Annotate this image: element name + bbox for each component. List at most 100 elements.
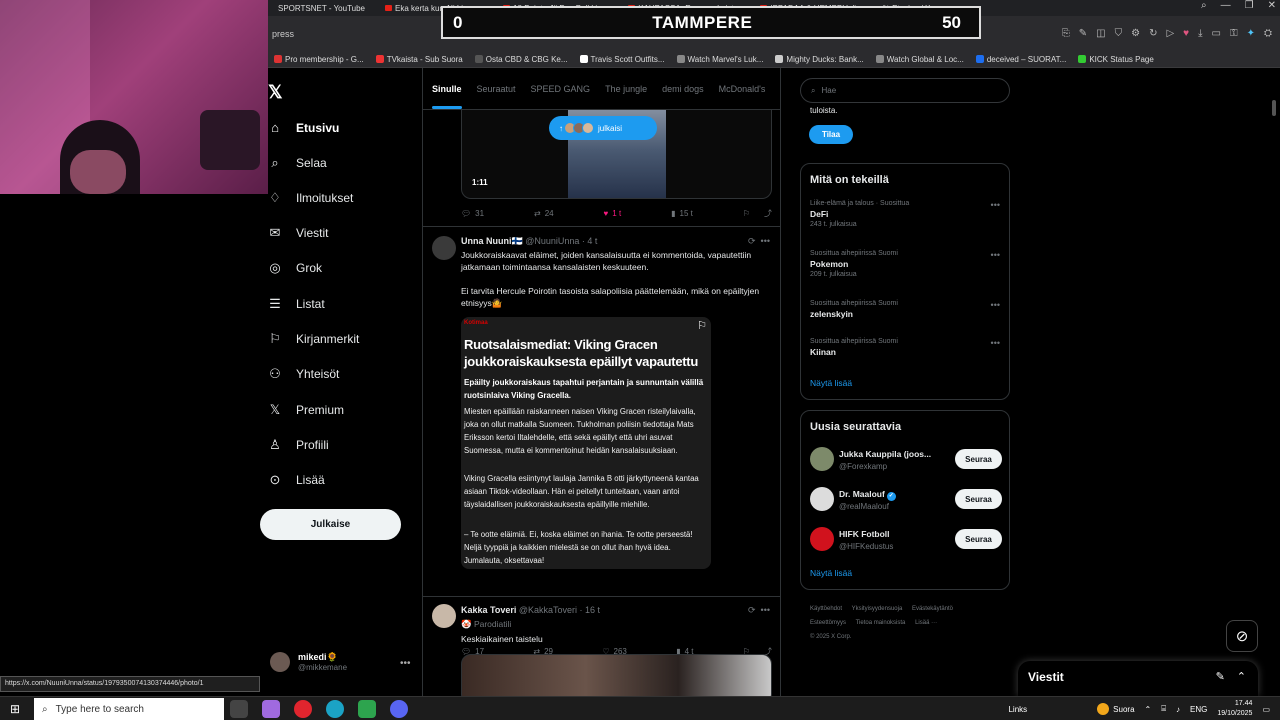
nav-item-communities[interactable]: ⚇ Yhteisöt [268, 366, 339, 382]
reply-button[interactable]: 💬︎ 31 [461, 208, 484, 219]
links-toolbar[interactable]: Links [1008, 705, 1027, 714]
nav-item-bookmarks[interactable]: ⚐ Kirjanmerkit [268, 331, 359, 347]
weather-widget[interactable]: Suora [1097, 703, 1135, 715]
author-name[interactable]: Unna Nuuni🇫🇮 [461, 236, 523, 246]
tab-following[interactable]: Seuraatut [477, 84, 516, 94]
camera-icon[interactable]: ◫ [1096, 28, 1105, 39]
nav-item-explore[interactable]: ⌕ Selaa [268, 155, 326, 171]
taskbar-search[interactable]: ⌕ Type here to search [34, 698, 224, 720]
trend-item[interactable]: Suosittua aihepiirissä Suomi zelenskyin … [810, 300, 1000, 319]
follow-button[interactable]: Seuraa [955, 489, 1002, 509]
post-media[interactable] [461, 654, 772, 696]
footer-link[interactable]: Esteettömyys [810, 620, 846, 626]
nav-item-lists[interactable]: ☰ Listat [268, 296, 325, 312]
grok-floating-button[interactable]: ⊘ [1226, 620, 1258, 652]
tab-demi-dogs[interactable]: demi dogs [662, 84, 704, 94]
nav-item-home[interactable]: ⌂ Etusivu [268, 120, 339, 135]
post-button[interactable]: Julkaise [260, 509, 401, 540]
nav-item-premium[interactable]: 𝕏 Premium [268, 402, 344, 418]
compose-icon[interactable]: ✎ [1216, 670, 1225, 683]
play-icon[interactable]: ▷ [1166, 28, 1174, 39]
follow-button[interactable]: Seuraa [955, 529, 1002, 549]
footer-link[interactable]: Lisää ··· [915, 620, 937, 626]
views-button[interactable]: ▮ 15 t [671, 208, 693, 219]
more-dots-icon[interactable]: ••• [761, 236, 770, 246]
grok-icon[interactable]: ⟳ [748, 236, 756, 246]
wallet-icon[interactable]: ▭ [1212, 28, 1221, 39]
bookmark[interactable]: KICK Status Page [1078, 55, 1154, 64]
lock-icon[interactable]: ⚿ [1230, 28, 1238, 39]
footer-link[interactable]: Tietoa mainoksista [856, 620, 906, 626]
opera-icon[interactable] [294, 700, 312, 718]
suggested-account[interactable]: Jukka Kauppila (joos... @Forexkamp Seura… [810, 446, 1002, 474]
grok-icon[interactable]: ⟳ [748, 605, 756, 615]
nav-item-messages[interactable]: ✉ Viestit [268, 225, 329, 241]
nav-item-profile[interactable]: ♙ Profiili [268, 437, 329, 453]
trend-item[interactable]: Suosittua aihepiirissä Suomi Kiinan ••• [810, 338, 1000, 357]
like-button[interactable]: ♥ 1 t [604, 208, 622, 219]
chevron-up-icon[interactable]: ⌃ [1145, 705, 1152, 714]
more-dots-icon[interactable]: ••• [991, 300, 1000, 310]
bookmark[interactable]: Osta CBD & CBG Ke... [474, 55, 568, 64]
extension-icon[interactable]: ⚙ [1131, 28, 1140, 39]
copilot-icon[interactable] [262, 700, 280, 718]
more-dots-icon[interactable]: ••• [991, 200, 1000, 210]
language-indicator[interactable]: ENG [1190, 705, 1207, 714]
new-posts-pill[interactable]: ↑ julkaisi [549, 116, 657, 140]
nav-item-more[interactable]: ⊙ Lisää [268, 472, 325, 488]
author-name[interactable]: Kakka Toveri [461, 605, 516, 615]
more-dots-icon[interactable]: ••• [991, 338, 1000, 348]
more-dots-icon[interactable]: ••• [991, 250, 1000, 260]
close-icon[interactable]: ✕ [1268, 0, 1276, 11]
refresh-icon[interactable]: ↻ [1149, 28, 1157, 39]
bookmark-icon[interactable]: ⚐ [697, 319, 707, 332]
bookmark[interactable]: TVkaista - Sub Suora [375, 55, 463, 64]
search-icon[interactable]: ⌕ [1201, 0, 1207, 11]
restore-icon[interactable]: ❐ [1245, 0, 1254, 11]
x-logo-icon[interactable]: 𝕏 [268, 82, 283, 103]
avatar[interactable] [432, 604, 456, 628]
subscribe-button[interactable]: Tilaa [809, 125, 853, 144]
repost-button[interactable]: ⇄ 24 [534, 208, 554, 219]
suggested-account[interactable]: Dr. Maalouf ✓ @realMaalouf Seuraa [810, 486, 1002, 514]
app-icon[interactable] [358, 700, 376, 718]
minimize-icon[interactable]: — [1221, 0, 1231, 11]
search-input[interactable]: ⌕ Hae [800, 78, 1010, 103]
download-icon[interactable]: ⤓ [1198, 28, 1202, 39]
tab-the-jungle[interactable]: The jungle [605, 84, 647, 94]
nav-item-notifications[interactable]: ♢ Ilmoitukset [268, 190, 353, 206]
more-dots-icon[interactable]: ••• [400, 658, 411, 669]
footer-link[interactable]: Yksityisyydensuoja [852, 606, 903, 612]
shield-icon[interactable]: ⛉ [1115, 28, 1123, 39]
discord-icon[interactable] [390, 700, 408, 718]
avatar[interactable] [432, 236, 456, 260]
trend-item[interactable]: Suosittua aihepiirissä Suomi Pokemon 209… [810, 250, 1000, 278]
tab-speed-gang[interactable]: SPEED GANG [531, 84, 591, 94]
windows-start-icon[interactable]: ⊞ [10, 702, 20, 716]
edge-icon[interactable] [326, 700, 344, 718]
account-switcher[interactable]: mikedi🌻 @mikkemane ••• [270, 652, 411, 672]
footer-link[interactable]: Käyttöehdot [810, 606, 842, 612]
settings-icon[interactable]: ⛭ [1264, 28, 1272, 39]
network-icon[interactable]: ⌸ [1161, 704, 1166, 714]
tab-mcdonalds[interactable]: McDonald's [719, 84, 766, 94]
task-view-icon[interactable] [230, 700, 248, 718]
article-image[interactable]: Kotimaa ⚐ Ruotsalaismediat: Viking Grace… [461, 317, 711, 569]
follow-button[interactable]: Seuraa [955, 449, 1002, 469]
bookmark[interactable]: deceived – SUORAT... [975, 55, 1066, 64]
show-more-link[interactable]: Näytä lisää [810, 378, 852, 388]
share-icon[interactable]: ⎘ [1062, 28, 1070, 39]
bookmark[interactable]: Pro membership - G... [274, 55, 364, 64]
trend-item[interactable]: Liike-elämä ja talous · Suosittua DeFi 2… [810, 200, 1000, 228]
bookmark[interactable]: Watch Marvel's Luk... [676, 55, 763, 64]
bookmark[interactable]: Watch Global & Loc... [875, 55, 964, 64]
messages-dock[interactable]: Viestit ✎ ⌃ [1018, 661, 1258, 696]
post[interactable]: Unna Nuuni🇫🇮 @NuuniUnna · 4 t ⟳ ••• Jouk… [423, 226, 780, 656]
notifications-icon[interactable]: ▭ [1262, 705, 1270, 714]
expand-icon[interactable]: ⌃ [1237, 670, 1246, 683]
browser-tab[interactable]: SPORTSNET - YouTube [268, 4, 375, 13]
more-dots-icon[interactable]: ••• [761, 605, 770, 615]
clock[interactable]: 17.44 19/10/2025 [1217, 699, 1252, 719]
bookmark[interactable]: Mighty Ducks: Bank... [775, 55, 864, 64]
share-icon[interactable]: ⤴ [764, 208, 772, 219]
